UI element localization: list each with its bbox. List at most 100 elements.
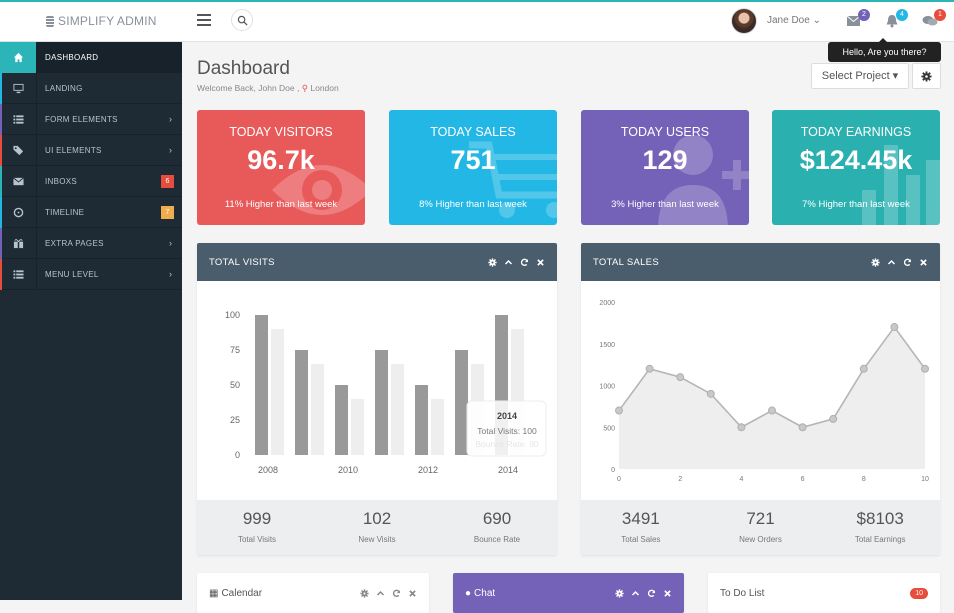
gear-icon [921, 70, 932, 82]
stat-subtext: 3% Higher than last week [611, 199, 719, 210]
sidebar-item-timeline[interactable]: TIMELINE 7 [0, 196, 182, 228]
data-point[interactable] [829, 414, 838, 423]
bar-bounce-rate[interactable] [311, 364, 324, 455]
select-project-dropdown[interactable]: Select Project ▾ [811, 63, 909, 89]
summary-label: New Visits [358, 535, 396, 544]
bar-total-visits[interactable] [455, 350, 468, 455]
gear-icon[interactable] [359, 588, 369, 598]
y-tick-label: 1000 [599, 384, 615, 391]
sidebar-item-label: TIMELINE [45, 207, 85, 217]
notifications-button[interactable]: 4 [884, 9, 908, 28]
chevron-up-icon[interactable] [503, 257, 513, 267]
panel-title: Chat [474, 587, 496, 599]
close-icon[interactable] [535, 257, 545, 267]
stat-card-visitors: TODAY VISITORS 96.7k 11% Higher than las… [197, 110, 365, 225]
chat-panel: ● Chat [453, 573, 684, 613]
stat-title: TODAY VISITORS [229, 125, 333, 139]
sidebar-item-landing[interactable]: LANDING [0, 72, 182, 104]
bar-bounce-rate[interactable] [391, 364, 404, 455]
panel-header: TOTAL VISITS [197, 243, 557, 281]
tooltip-line: Bounce Rate: 90 [475, 439, 539, 449]
messages-badge: 2 [858, 9, 870, 21]
data-point[interactable] [615, 406, 623, 415]
refresh-icon[interactable] [519, 257, 529, 267]
search-button[interactable] [231, 9, 253, 31]
sidebar-item-inboxs[interactable]: INBOXS 6 [0, 165, 182, 197]
x-tick-label: 2010 [338, 465, 358, 475]
x-tick-label: 8 [862, 476, 866, 483]
messages-button[interactable]: 2 [846, 9, 870, 28]
welcome-text: Welcome Back, John Doe , [197, 83, 300, 93]
summary-label: Total Visits [237, 535, 277, 544]
refresh-icon[interactable] [902, 257, 912, 267]
brand-logo[interactable]: SIMPLIFY ADMIN [46, 14, 157, 28]
data-point[interactable] [706, 389, 715, 398]
sidebar-item-ui-elements[interactable]: UI ELEMENTS › [0, 134, 182, 166]
gear-icon[interactable] [870, 257, 880, 267]
user-avatar[interactable] [731, 8, 757, 34]
sidebar-icon-wrap [0, 196, 37, 228]
sidebar-item-dashboard[interactable]: DASHBOARD [0, 41, 182, 73]
stat-subtext: 8% Higher than last week [419, 199, 527, 210]
user-menu[interactable]: Jane Doe ⌄ [767, 15, 821, 26]
chat-button[interactable]: 1 [922, 9, 946, 28]
close-icon[interactable] [918, 257, 928, 267]
home-icon [13, 52, 23, 62]
gear-icon[interactable] [487, 257, 497, 267]
summary-label: Total Sales [621, 535, 661, 544]
todo-panel: To Do List 10 [708, 573, 940, 613]
sidebar-item-label: UI ELEMENTS [45, 145, 102, 155]
bar-total-visits[interactable] [375, 350, 388, 455]
data-point[interactable] [798, 423, 807, 432]
data-point[interactable] [859, 364, 868, 373]
calendar-icon: ▦ [209, 587, 219, 599]
bar-bounce-rate[interactable] [271, 329, 284, 455]
bar-total-visits[interactable] [335, 385, 348, 455]
notifications-badge: 4 [896, 9, 908, 21]
sidebar-icon-wrap [0, 227, 37, 259]
top-navbar: SIMPLIFY ADMIN Jane Doe ⌄ 2 4 1 [0, 2, 954, 42]
todo-count-badge: 10 [910, 587, 928, 599]
chevron-up-icon[interactable] [886, 257, 896, 267]
data-point[interactable] [921, 364, 929, 373]
stat-title: TODAY SALES [430, 125, 516, 139]
data-point[interactable] [676, 373, 685, 382]
refresh-icon[interactable] [391, 588, 401, 598]
sidebar-item-form-elements[interactable]: FORM ELEMENTS › [0, 103, 182, 135]
sidebar-item-menu-level[interactable]: MENU LEVEL › [0, 258, 182, 290]
settings-button[interactable] [912, 63, 941, 89]
data-point[interactable] [645, 364, 654, 373]
location-text: London [310, 83, 339, 93]
y-tick-label: 75 [230, 345, 240, 355]
chart-tooltip: 2014 Total Visits: 100 Bounce Rate: 90 [466, 400, 547, 457]
chevron-up-icon[interactable] [375, 588, 385, 598]
summary-value: 721 [746, 509, 775, 528]
summary-value: 999 [242, 509, 272, 528]
clock-icon [13, 207, 23, 217]
summary-value: 102 [362, 509, 392, 528]
bar-bounce-rate[interactable] [351, 399, 364, 455]
summary-label: Bounce Rate [473, 535, 521, 544]
close-icon[interactable] [662, 588, 672, 598]
sidebar-icon-wrap [0, 165, 37, 197]
chevron-up-icon[interactable] [630, 588, 640, 598]
data-point[interactable] [768, 406, 776, 415]
total-visits-panel: TOTAL VISITS 0 25 50 75 100 2008 2010 2012 2014 2… [197, 243, 557, 555]
data-point[interactable] [890, 323, 899, 332]
calendar-panel: ▦ Calendar [197, 573, 429, 613]
sidebar-item-extra-pages[interactable]: EXTRA PAGES › [0, 227, 182, 259]
stat-title: TODAY EARNINGS [800, 125, 912, 139]
data-point[interactable] [737, 423, 746, 432]
menu-toggle-button[interactable] [197, 14, 211, 26]
bar-bounce-rate[interactable] [431, 399, 444, 455]
close-icon[interactable] [407, 588, 417, 598]
refresh-icon[interactable] [646, 588, 656, 598]
bar-total-visits[interactable] [255, 315, 268, 455]
user-name: Jane Doe [767, 15, 810, 26]
gear-icon[interactable] [614, 588, 624, 598]
summary-value: 690 [482, 509, 512, 528]
stat-value: 751 [450, 145, 496, 175]
y-tick-label: 50 [230, 380, 240, 390]
bar-total-visits[interactable] [415, 385, 428, 455]
bar-total-visits[interactable] [295, 350, 308, 455]
